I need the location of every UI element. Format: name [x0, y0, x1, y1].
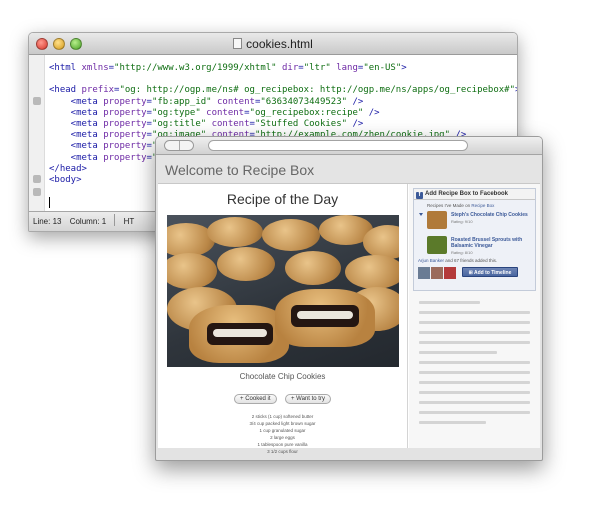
cooked-it-button[interactable]: + Cooked it	[234, 394, 277, 404]
recipe-actions: + Cooked it + Want to try	[158, 387, 407, 405]
made-recipe-item[interactable]: Steph's Chocolate Chip Cookies Rating: 9…	[427, 211, 532, 233]
recipes-made: Recipes I've Made on Recipe Box Steph's …	[427, 203, 532, 258]
browser-window: Welcome to Recipe Box Recipe of the Day	[155, 136, 543, 461]
ingredient-item: 1 tablespoon pure vanilla	[257, 442, 308, 447]
editor-title-wrap: cookies.html	[29, 37, 517, 51]
made-recipe-name[interactable]: Roasted Brussel Sprouts with Balsamic Vi…	[451, 237, 542, 249]
address-bar[interactable]	[208, 140, 468, 151]
friend-avatars	[418, 266, 458, 279]
line-gutter[interactable]	[29, 55, 45, 211]
facebook-header-text: Add Recipe Box to Facebook	[425, 191, 509, 197]
photo-caption: Chocolate Chip Cookies	[239, 372, 326, 381]
site-title: Welcome to Recipe Box	[158, 156, 540, 184]
fold-toggle-icon[interactable]	[33, 97, 41, 105]
friends-activity: Arjun Banker and 67 friends added this.	[418, 258, 497, 263]
cooked-it-label: Cooked it	[245, 396, 271, 402]
made-recipe-item[interactable]: Roasted Brussel Sprouts with Balsamic Vi…	[427, 236, 532, 258]
ingredient-list: 2 sticks (1 cup) softened butter 3/4 cup…	[158, 413, 407, 455]
ingredient-item: 2 large eggs	[270, 435, 295, 440]
ingredient-item: 2 sticks (1 cup) softened butter	[251, 414, 314, 419]
made-recipe-rating: Rating: 9/10	[451, 219, 473, 224]
sidebar: f Add Recipe Box to Facebook Recipes I've…	[409, 184, 540, 448]
recipes-made-title: Recipes I've Made on Recipe Box	[427, 203, 532, 208]
made-prefix: Recipes I've Made on	[427, 203, 471, 208]
code-line[interactable]: <meta property="og:title" content="Stuff…	[49, 119, 513, 130]
main-column: Recipe of the Day Chocolate Chip Cookies…	[158, 184, 408, 454]
back-forward-buttons[interactable]	[164, 140, 194, 151]
editor-title: cookies.html	[246, 37, 313, 51]
made-recipe-name[interactable]: Steph's Chocolate Chip Cookies	[451, 212, 542, 218]
cookie-photo	[166, 215, 399, 367]
fold-toggle-icon[interactable]	[33, 175, 41, 183]
ingredient-item: 3 1/2 cups flour	[267, 449, 298, 454]
made-recipe-rating: Rating: 8/10	[451, 250, 473, 255]
page-content: Welcome to Recipe Box Recipe of the Day	[158, 156, 540, 454]
browser-toolbar	[156, 137, 542, 155]
code-line[interactable]	[49, 74, 513, 85]
recipe-thumbnail	[427, 236, 447, 254]
facebook-widget: f Add Recipe Box to Facebook Recipes I've…	[413, 188, 536, 291]
text-cursor	[49, 197, 50, 209]
code-line[interactable]: <meta property="og:type" content="og_rec…	[49, 108, 513, 119]
facebook-icon: f	[416, 192, 423, 199]
add-to-timeline-button[interactable]: ⊞ Add to Timeline	[462, 267, 518, 277]
status-line: Line: 13	[33, 217, 62, 226]
code-line[interactable]: <head prefix="og: http://ogp.me/ns# og_r…	[49, 85, 517, 96]
want-to-try-button[interactable]: + Want to try	[285, 394, 331, 404]
add-to-timeline-label: Add to Timeline	[473, 270, 512, 276]
fold-toggle-icon[interactable]	[33, 188, 41, 196]
collapse-caret-icon[interactable]	[419, 213, 423, 216]
html-file-icon	[233, 38, 243, 49]
avatar[interactable]	[431, 267, 443, 279]
recipe-thumbnail	[427, 211, 447, 229]
sidebar-placeholder-text	[419, 301, 530, 424]
editor-titlebar: cookies.html	[29, 33, 517, 55]
code-line[interactable]: <html xmlns="http://www.w3.org/1999/xhtm…	[49, 63, 513, 74]
want-to-try-label: Want to try	[296, 396, 325, 402]
ingredient-item: 1 cup granulated sugar	[259, 428, 306, 433]
facebook-widget-header: f Add Recipe Box to Facebook	[414, 189, 535, 200]
syntax-mode[interactable]: HT	[124, 212, 135, 231]
friends-text: and 67 friends added this.	[445, 258, 498, 263]
made-app-link[interactable]: Recipe Box	[471, 203, 494, 208]
ingredient-item: 3/4 cup packed light brown sugar	[249, 421, 316, 426]
recipe-of-day-heading: Recipe of the Day	[226, 191, 339, 207]
code-line[interactable]: <meta property="fb:app_id" content="6363…	[49, 97, 513, 108]
avatar[interactable]	[444, 267, 456, 279]
status-column: Column: 1	[69, 217, 107, 226]
friend-name-link[interactable]: Arjun Banker	[418, 258, 444, 263]
avatar[interactable]	[418, 267, 430, 279]
status-separator	[114, 214, 116, 226]
